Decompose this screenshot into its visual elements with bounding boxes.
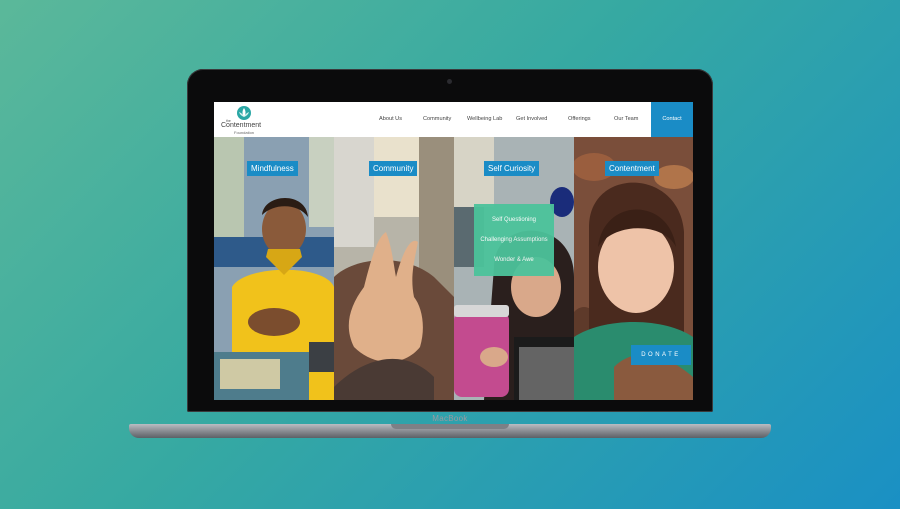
logo-sub-text: Foundation [234, 130, 255, 135]
nav-about-us[interactable]: About Us [379, 116, 402, 122]
panel-label-contentment[interactable]: Contentment [605, 161, 659, 176]
submenu-challenging-assumptions[interactable]: Challenging Assumptions [474, 237, 554, 243]
hands-photo [334, 137, 454, 400]
nav-contact-button[interactable]: Contact [651, 102, 693, 137]
panel-label-community[interactable]: Community [369, 161, 418, 176]
panel-mindfulness[interactable]: Mindfulness [214, 137, 334, 400]
nav-our-team[interactable]: Our Team [614, 116, 638, 122]
boy-photo [214, 137, 334, 400]
camera-icon [447, 79, 452, 84]
submenu-self-questioning[interactable]: Self Questioning [474, 217, 554, 223]
panel-label-mindfulness[interactable]: Mindfulness [247, 161, 298, 176]
photo-panels: Mindfulness Community Self Curiosity Sel… [214, 137, 693, 400]
laptop-lid: the Contentment Foundation About Us Comm… [187, 69, 713, 423]
nav-offerings[interactable]: Offerings [568, 116, 591, 122]
site-header: the Contentment Foundation About Us Comm… [214, 102, 693, 137]
laptop-brand-label: MacBook [432, 414, 468, 423]
panel-community[interactable]: Community [334, 137, 454, 400]
nav-community[interactable]: Community [423, 116, 451, 122]
panel-contentment[interactable]: Contentment DONATE [574, 137, 693, 400]
panel-self-curiosity[interactable]: Self Curiosity Self Questioning Challeng… [454, 137, 574, 400]
laptop-base-notch [391, 424, 509, 429]
logo-main-text: Contentment [221, 122, 262, 129]
donate-button[interactable]: DONATE [631, 345, 691, 365]
laptop-base [129, 424, 771, 438]
nav-wellbeing-lab[interactable]: Wellbeing Lab [467, 116, 502, 122]
self-curiosity-submenu: Self Questioning Challenging Assumptions… [474, 204, 554, 276]
lotus-logo-icon [237, 106, 251, 120]
website-screen: the Contentment Foundation About Us Comm… [214, 102, 693, 400]
nav-get-involved[interactable]: Get Involved [516, 116, 547, 122]
panel-label-self-curiosity[interactable]: Self Curiosity [484, 161, 540, 176]
submenu-wonder-awe[interactable]: Wonder & Awe [474, 257, 554, 263]
contentment-logo[interactable]: the Contentment Foundation [220, 105, 270, 135]
